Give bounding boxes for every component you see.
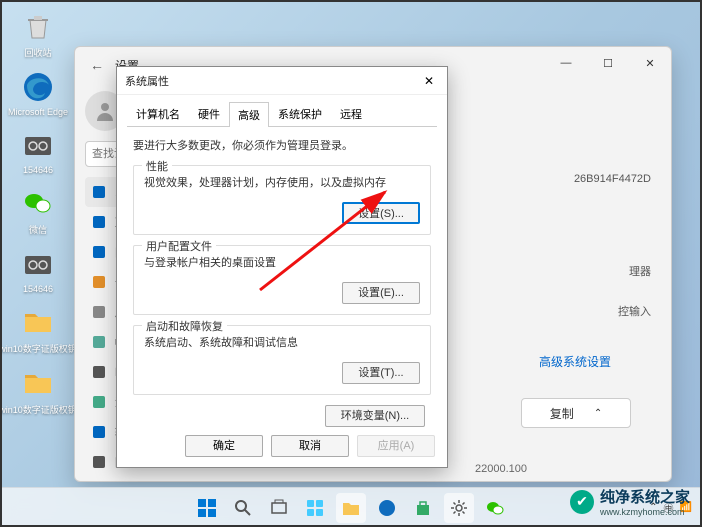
privacy-icon [91, 454, 107, 470]
dialog-footer: 确定 取消 应用(A) [185, 435, 435, 457]
group-desc: 与登录帐户相关的桌面设置 [144, 254, 420, 270]
tab-2[interactable]: 高级 [229, 102, 269, 127]
folder-icon [20, 365, 56, 401]
watermark: ✔ 纯净系统之家 www.kzmyhome.com [570, 486, 690, 517]
system-icon [91, 184, 107, 200]
sysprops-tabs: 计算机名硬件高级系统保护远程 [127, 101, 437, 127]
gaming-icon [91, 394, 107, 410]
minimize-button[interactable]: — [545, 47, 587, 79]
environment-variables-button[interactable]: 环境变量(N)... [325, 405, 425, 427]
apps-icon [91, 304, 107, 320]
widgets-button[interactable] [300, 493, 330, 523]
recycle-bin-icon [20, 8, 56, 44]
start-button[interactable] [192, 493, 222, 523]
back-button[interactable]: ← [83, 57, 111, 73]
tab-4[interactable]: 远程 [331, 101, 371, 126]
desktop-icon-folder[interactable]: win10数字证版权钥 [8, 304, 68, 355]
personalization-icon [91, 274, 107, 290]
search-button[interactable] [228, 493, 258, 523]
desktop-icon-folder[interactable]: win10数字证版权钥 [8, 365, 68, 416]
sidebar-item-windows-update[interactable]: Windows 更新 [85, 477, 225, 481]
close-button[interactable]: ✕ [629, 47, 671, 79]
gear-folder-icon [20, 246, 56, 282]
settings-taskbar-button[interactable] [444, 493, 474, 523]
startup-recovery-group: 启动和故障恢复 系统启动、系统故障和调试信息 设置(T)... [133, 325, 431, 395]
sysprops-titlebar: 系统属性 ✕ [117, 67, 447, 95]
startup-settings-button[interactable]: 设置(T)... [342, 362, 420, 384]
user-profiles-group: 用户配置文件 与登录帐户相关的桌面设置 设置(E)... [133, 245, 431, 315]
chevron-up-icon: ⌃ [594, 408, 602, 419]
performance-group: 性能 视觉效果，处理器计划，内存使用，以及虚拟内存 设置(S)... [133, 165, 431, 235]
window-controls: — ☐ ✕ [545, 47, 671, 79]
sysprops-title: 系统属性 [125, 73, 169, 89]
desktop-icon-folder[interactable]: 154646 [8, 127, 68, 175]
desktop-icon-folder[interactable]: 154646 [8, 246, 68, 294]
desktop-icon-wechat[interactable]: 微信 [8, 185, 68, 236]
admin-note: 要进行大多数更改，你必须作为管理员登录。 [133, 137, 431, 153]
watermark-url: www.kzmyhome.com [600, 507, 690, 517]
accounts-icon [91, 334, 107, 350]
accessibility-icon [91, 424, 107, 440]
group-desc: 系统启动、系统故障和调试信息 [144, 334, 420, 350]
group-desc: 视觉效果，处理器计划，内存使用，以及虚拟内存 [144, 174, 420, 190]
time-icon [91, 364, 107, 380]
close-button[interactable]: ✕ [415, 71, 443, 91]
desktop-icon-label: 154646 [23, 284, 53, 294]
apply-button[interactable]: 应用(A) [357, 435, 435, 457]
build-number: 22000.100 [475, 463, 527, 475]
wechat-taskbar-button[interactable] [480, 493, 510, 523]
wechat-icon [20, 185, 56, 221]
group-title: 启动和故障恢复 [142, 318, 227, 334]
desktop-icon-label: win10数字证版权钥 [0, 403, 77, 416]
watermark-logo-icon: ✔ [570, 490, 594, 514]
explorer-button[interactable] [336, 493, 366, 523]
desktop-icon-label: 154646 [23, 165, 53, 175]
copy-button-label: 复制 [550, 405, 574, 422]
bluetooth-icon [91, 214, 107, 230]
system-properties-dialog: 系统属性 ✕ 计算机名硬件高级系统保护远程 要进行大多数更改，你必须作为管理员登… [116, 66, 448, 468]
tab-1[interactable]: 硬件 [189, 101, 229, 126]
desktop-icon-label: 回收站 [24, 46, 51, 59]
copy-button[interactable]: 复制 ⌃ [521, 398, 631, 428]
watermark-text: 纯净系统之家 [600, 489, 690, 506]
group-title: 性能 [142, 158, 172, 174]
desktop: 回收站 Microsoft Edge 154646 微信 154646 win1… [8, 8, 68, 426]
performance-settings-button[interactable]: 设置(S)... [342, 202, 420, 224]
desktop-icon-edge[interactable]: Microsoft Edge [8, 69, 68, 117]
tab-0[interactable]: 计算机名 [127, 101, 189, 126]
ok-button[interactable]: 确定 [185, 435, 263, 457]
folder-icon [20, 304, 56, 340]
device-id-value: 26B914F4472D [574, 173, 651, 185]
cancel-button[interactable]: 取消 [271, 435, 349, 457]
maximize-button[interactable]: ☐ [587, 47, 629, 79]
profiles-settings-button[interactable]: 设置(E)... [342, 282, 420, 304]
taskview-button[interactable] [264, 493, 294, 523]
tab-3[interactable]: 系统保护 [269, 101, 331, 126]
store-button[interactable] [408, 493, 438, 523]
advanced-system-settings-link[interactable]: 高级系统设置 [539, 353, 611, 370]
touch-label: 控输入 [618, 303, 651, 319]
group-title: 用户配置文件 [142, 238, 216, 254]
desktop-icon-label: Microsoft Edge [8, 107, 68, 117]
gear-folder-icon [20, 127, 56, 163]
edge-icon [20, 69, 56, 105]
desktop-icon-label: win10数字证版权钥 [0, 342, 77, 355]
desktop-icon-label: 微信 [29, 223, 47, 236]
desktop-icon-recycle-bin[interactable]: 回收站 [8, 8, 68, 59]
edge-taskbar-button[interactable] [372, 493, 402, 523]
network-icon [91, 244, 107, 260]
tab-content-advanced: 要进行大多数更改，你必须作为管理员登录。 性能 视觉效果，处理器计划，内存使用，… [127, 127, 437, 437]
processor-label: 理器 [629, 263, 651, 279]
